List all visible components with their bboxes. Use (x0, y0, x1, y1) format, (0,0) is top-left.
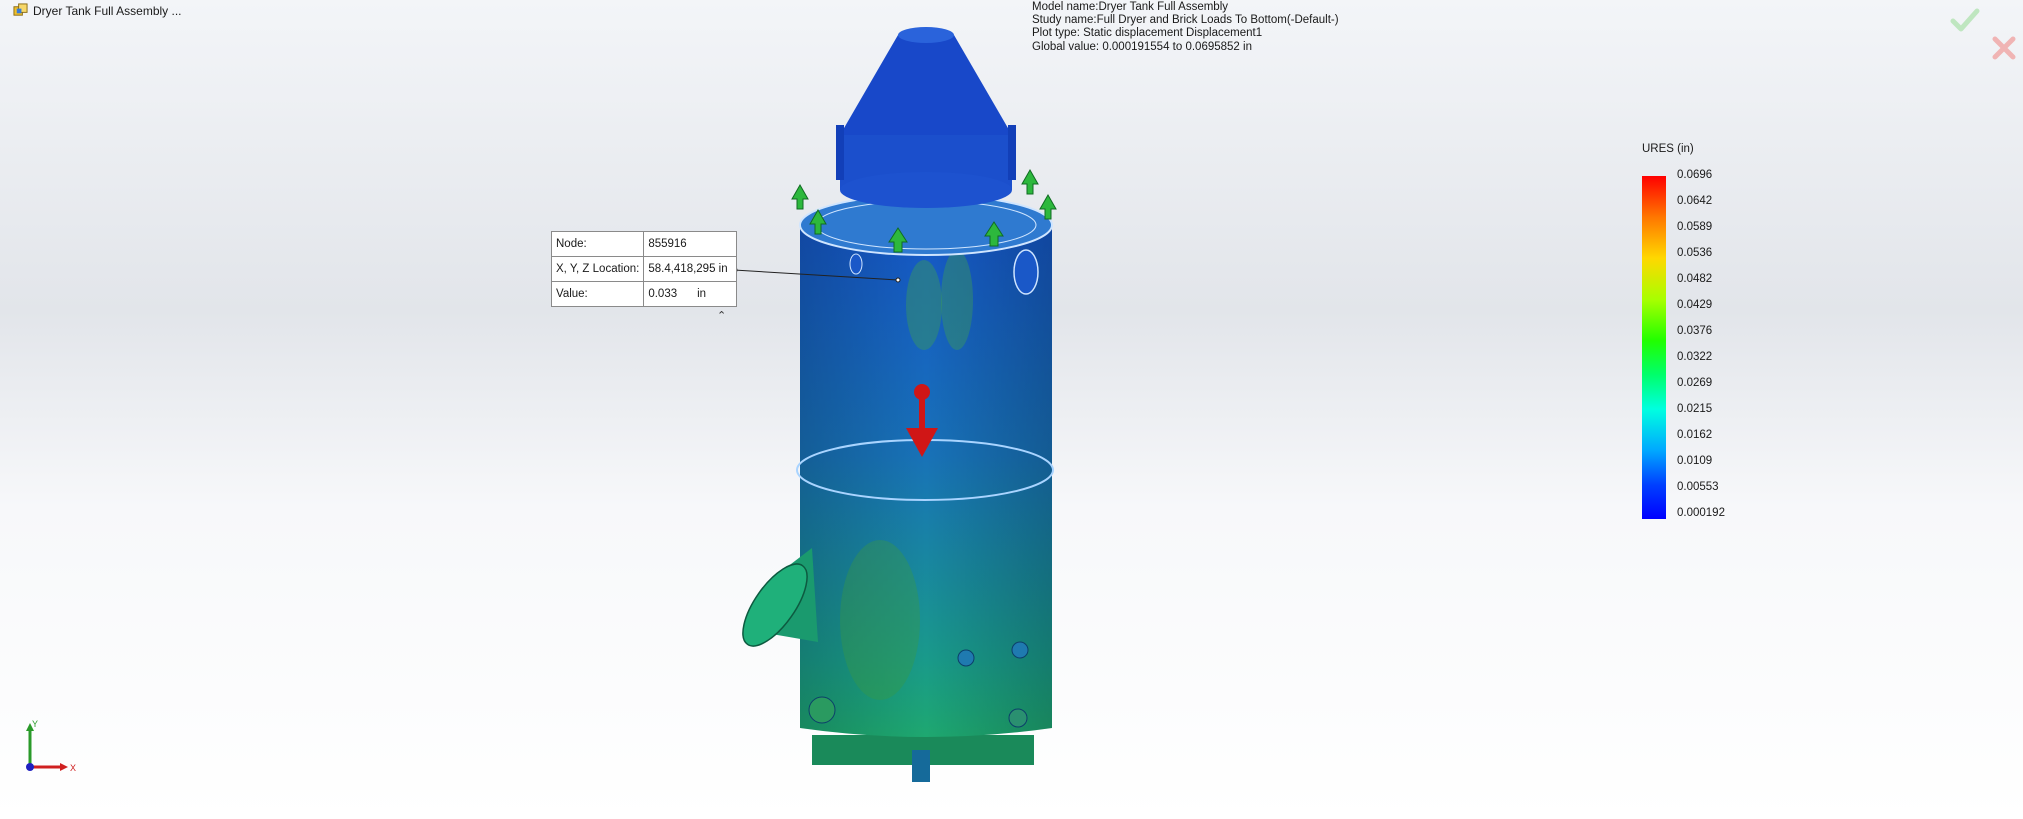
inlet-nozzle (742, 548, 818, 647)
probe-result-table: Node: 855916 X, Y, Z Location: 58.4,418,… (550, 231, 738, 307)
node-label: Node: (550, 231, 645, 257)
legend-label: 0.0162 (1677, 429, 1713, 441)
triad-x-label: X (70, 763, 76, 773)
legend-label: 0.0536 (1677, 247, 1713, 259)
node-value: 855916 (643, 231, 738, 257)
close-icon (1992, 36, 2016, 60)
value-label: Value: (550, 281, 645, 307)
document-title: Dryer Tank Full Assembly ... (33, 3, 182, 18)
model-view[interactable] (700, 15, 1100, 800)
probe-row-location: X, Y, Z Location: 58.4,418,295 in (550, 256, 738, 282)
legend-label: 0.0322 (1677, 351, 1713, 363)
chevron-up-icon[interactable]: ⌃ (717, 309, 726, 322)
legend-label: 0.0109 (1677, 455, 1713, 467)
legend-color-bar (1642, 176, 1666, 519)
tank-shell (796, 225, 1054, 737)
legend-label: 0.000192 (1677, 507, 1725, 519)
location-label: X, Y, Z Location: (550, 256, 645, 282)
confirm-button[interactable] (1950, 7, 1980, 33)
legend-label: 0.0589 (1677, 221, 1713, 233)
probe-row-value: Value: 0.033 in (550, 281, 738, 307)
tank-cone (836, 27, 1016, 208)
legend-label: 0.0696 (1677, 169, 1713, 181)
axis-triad[interactable]: Y X (18, 718, 78, 778)
document-tab[interactable]: Dryer Tank Full Assembly ... (13, 3, 182, 18)
value-number: 0.033 (648, 288, 678, 300)
tank-legs (812, 735, 1034, 782)
legend-label: 0.0376 (1677, 325, 1713, 337)
cancel-button[interactable] (1990, 34, 2018, 62)
legend-label: 0.0215 (1677, 403, 1713, 415)
value-unit: in (697, 288, 707, 300)
assembly-icon (13, 3, 28, 16)
triad-y-label: Y (32, 719, 38, 729)
model-name: Model name:Dryer Tank Full Assembly (1032, 1, 1228, 13)
legend-title: URES (in) (1642, 143, 1694, 155)
value-cell: 0.033 in (643, 281, 738, 307)
legend-label: 0.0482 (1677, 273, 1713, 285)
legend-label: 0.00553 (1677, 481, 1719, 493)
legend-label: 0.0269 (1677, 377, 1713, 389)
probe-row-node: Node: 855916 (550, 231, 738, 257)
legend-label: 0.0642 (1677, 195, 1713, 207)
location-value: 58.4,418,295 in (643, 256, 738, 282)
legend-label: 0.0429 (1677, 299, 1713, 311)
checkmark-icon (1950, 8, 1980, 32)
probe-point (895, 277, 901, 283)
